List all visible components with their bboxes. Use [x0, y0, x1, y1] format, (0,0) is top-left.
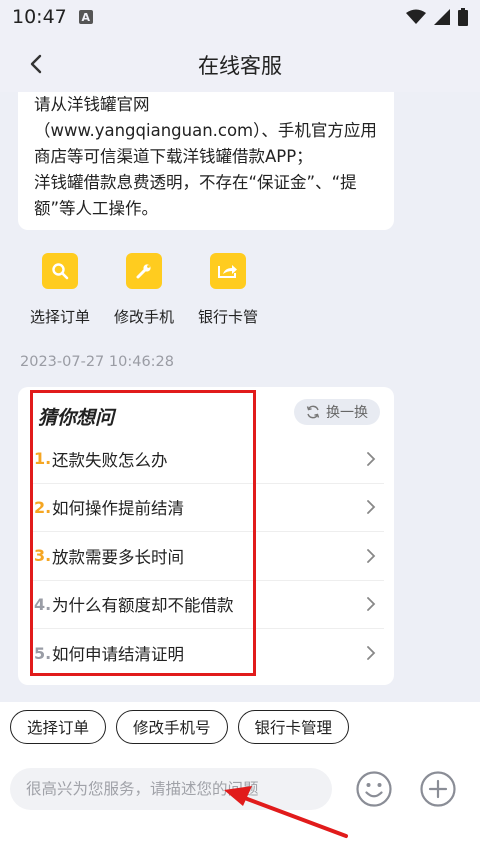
faq-item[interactable]: 1. 还款失败怎么办: [32, 435, 384, 484]
faq-item[interactable]: 3. 放款需要多长时间: [32, 532, 384, 581]
faq-title: 猜你想问: [38, 407, 115, 429]
faq-number: 4.: [34, 594, 52, 614]
notification-a-icon: A: [78, 10, 93, 24]
faq-item[interactable]: 4. 为什么有额度却不能借款: [32, 581, 384, 629]
chevron-right-icon: [367, 500, 376, 515]
faq-number: 1.: [34, 449, 52, 469]
quick-action-icon-wrap: [39, 250, 81, 292]
chip-bank-card-management[interactable]: 银行卡管理: [237, 710, 350, 744]
message-input[interactable]: [10, 768, 332, 810]
message-timestamp: 2023-07-27 10:46:28: [20, 354, 174, 370]
message-line: 洋钱罐借款息费透明，不存在“保证金”、“提: [34, 173, 357, 192]
input-row: [10, 768, 470, 812]
faq-number: 5.: [34, 643, 52, 663]
emoji-icon[interactable]: [354, 769, 394, 809]
share-arrow-icon: [210, 253, 246, 289]
status-bar: 10:47 A: [0, 0, 480, 34]
faq-text: 为什么有额度却不能借款: [52, 596, 234, 616]
status-time: 10:47: [12, 6, 67, 28]
status-icons: [406, 8, 468, 26]
quick-action-change-phone[interactable]: 修改手机: [102, 250, 186, 327]
faq-number: 3.: [34, 546, 52, 566]
wifi-icon: [406, 9, 426, 24]
quick-reply-chips: 选择订单 修改手机号 银行卡管理: [10, 710, 350, 744]
message-line: 商店等可信渠道下载洋钱罐借款APP；: [34, 147, 313, 166]
chip-change-phone[interactable]: 修改手机号: [116, 710, 228, 744]
chevron-right-icon: [367, 548, 376, 563]
quick-action-label: 银行卡管: [197, 308, 258, 326]
wrench-icon: [126, 253, 162, 289]
faq-item[interactable]: 5. 如何申请结清证明: [32, 629, 384, 678]
quick-action-icon-wrap: [123, 250, 165, 292]
refresh-icon: [306, 405, 320, 419]
faq-card: 猜你想问 换一换 1. 还款失败怎么办 2. 如何操作提前结清 3. 放款需要多…: [18, 387, 394, 685]
magnifier-icon: [42, 253, 78, 289]
chevron-right-icon: [367, 597, 376, 612]
quick-action-label: 选择订单: [29, 308, 90, 326]
faq-text: 还款失败怎么办: [52, 450, 168, 470]
header: 在线客服: [0, 34, 480, 92]
quick-action-icon-wrap: [207, 250, 249, 292]
refresh-label: 换一换: [326, 405, 368, 421]
message-line: 请从洋钱罐官网: [34, 95, 150, 114]
faq-text: 放款需要多长时间: [52, 547, 184, 567]
quick-action-select-order[interactable]: 选择订单: [18, 250, 102, 327]
quick-actions: 选择订单 修改手机 银行卡管: [18, 250, 270, 327]
quick-action-label: 修改手机: [113, 308, 174, 326]
signal-icon: [434, 9, 450, 25]
battery-icon: [458, 8, 468, 26]
message-line: （www.yangqianguan.com）、手机官方应用: [34, 121, 377, 140]
faq-text: 如何申请结清证明: [52, 645, 184, 665]
message-text: 请从洋钱罐官网 （www.yangqianguan.com）、手机官方应用 商店…: [34, 92, 378, 222]
plus-icon[interactable]: [418, 769, 458, 809]
message-line: 额”等人工操作。: [34, 199, 159, 218]
chip-select-order[interactable]: 选择订单: [10, 710, 107, 744]
page-title: 在线客服: [198, 54, 282, 78]
message-bubble: 请从洋钱罐官网 （www.yangqianguan.com）、手机官方应用 商店…: [18, 92, 394, 230]
faq-item[interactable]: 2. 如何操作提前结清: [32, 484, 384, 532]
chevron-right-icon: [367, 646, 376, 661]
bottom-input-area: 选择订单 修改手机号 银行卡管理: [0, 702, 480, 854]
quick-action-bank-card[interactable]: 银行卡管: [186, 250, 270, 327]
faq-text: 如何操作提前结清: [52, 499, 184, 519]
faq-list: 1. 还款失败怎么办 2. 如何操作提前结清 3. 放款需要多长时间 4. 为什…: [32, 435, 384, 678]
refresh-button[interactable]: 换一换: [294, 399, 380, 425]
faq-number: 2.: [34, 497, 52, 517]
chevron-right-icon: [367, 451, 376, 466]
